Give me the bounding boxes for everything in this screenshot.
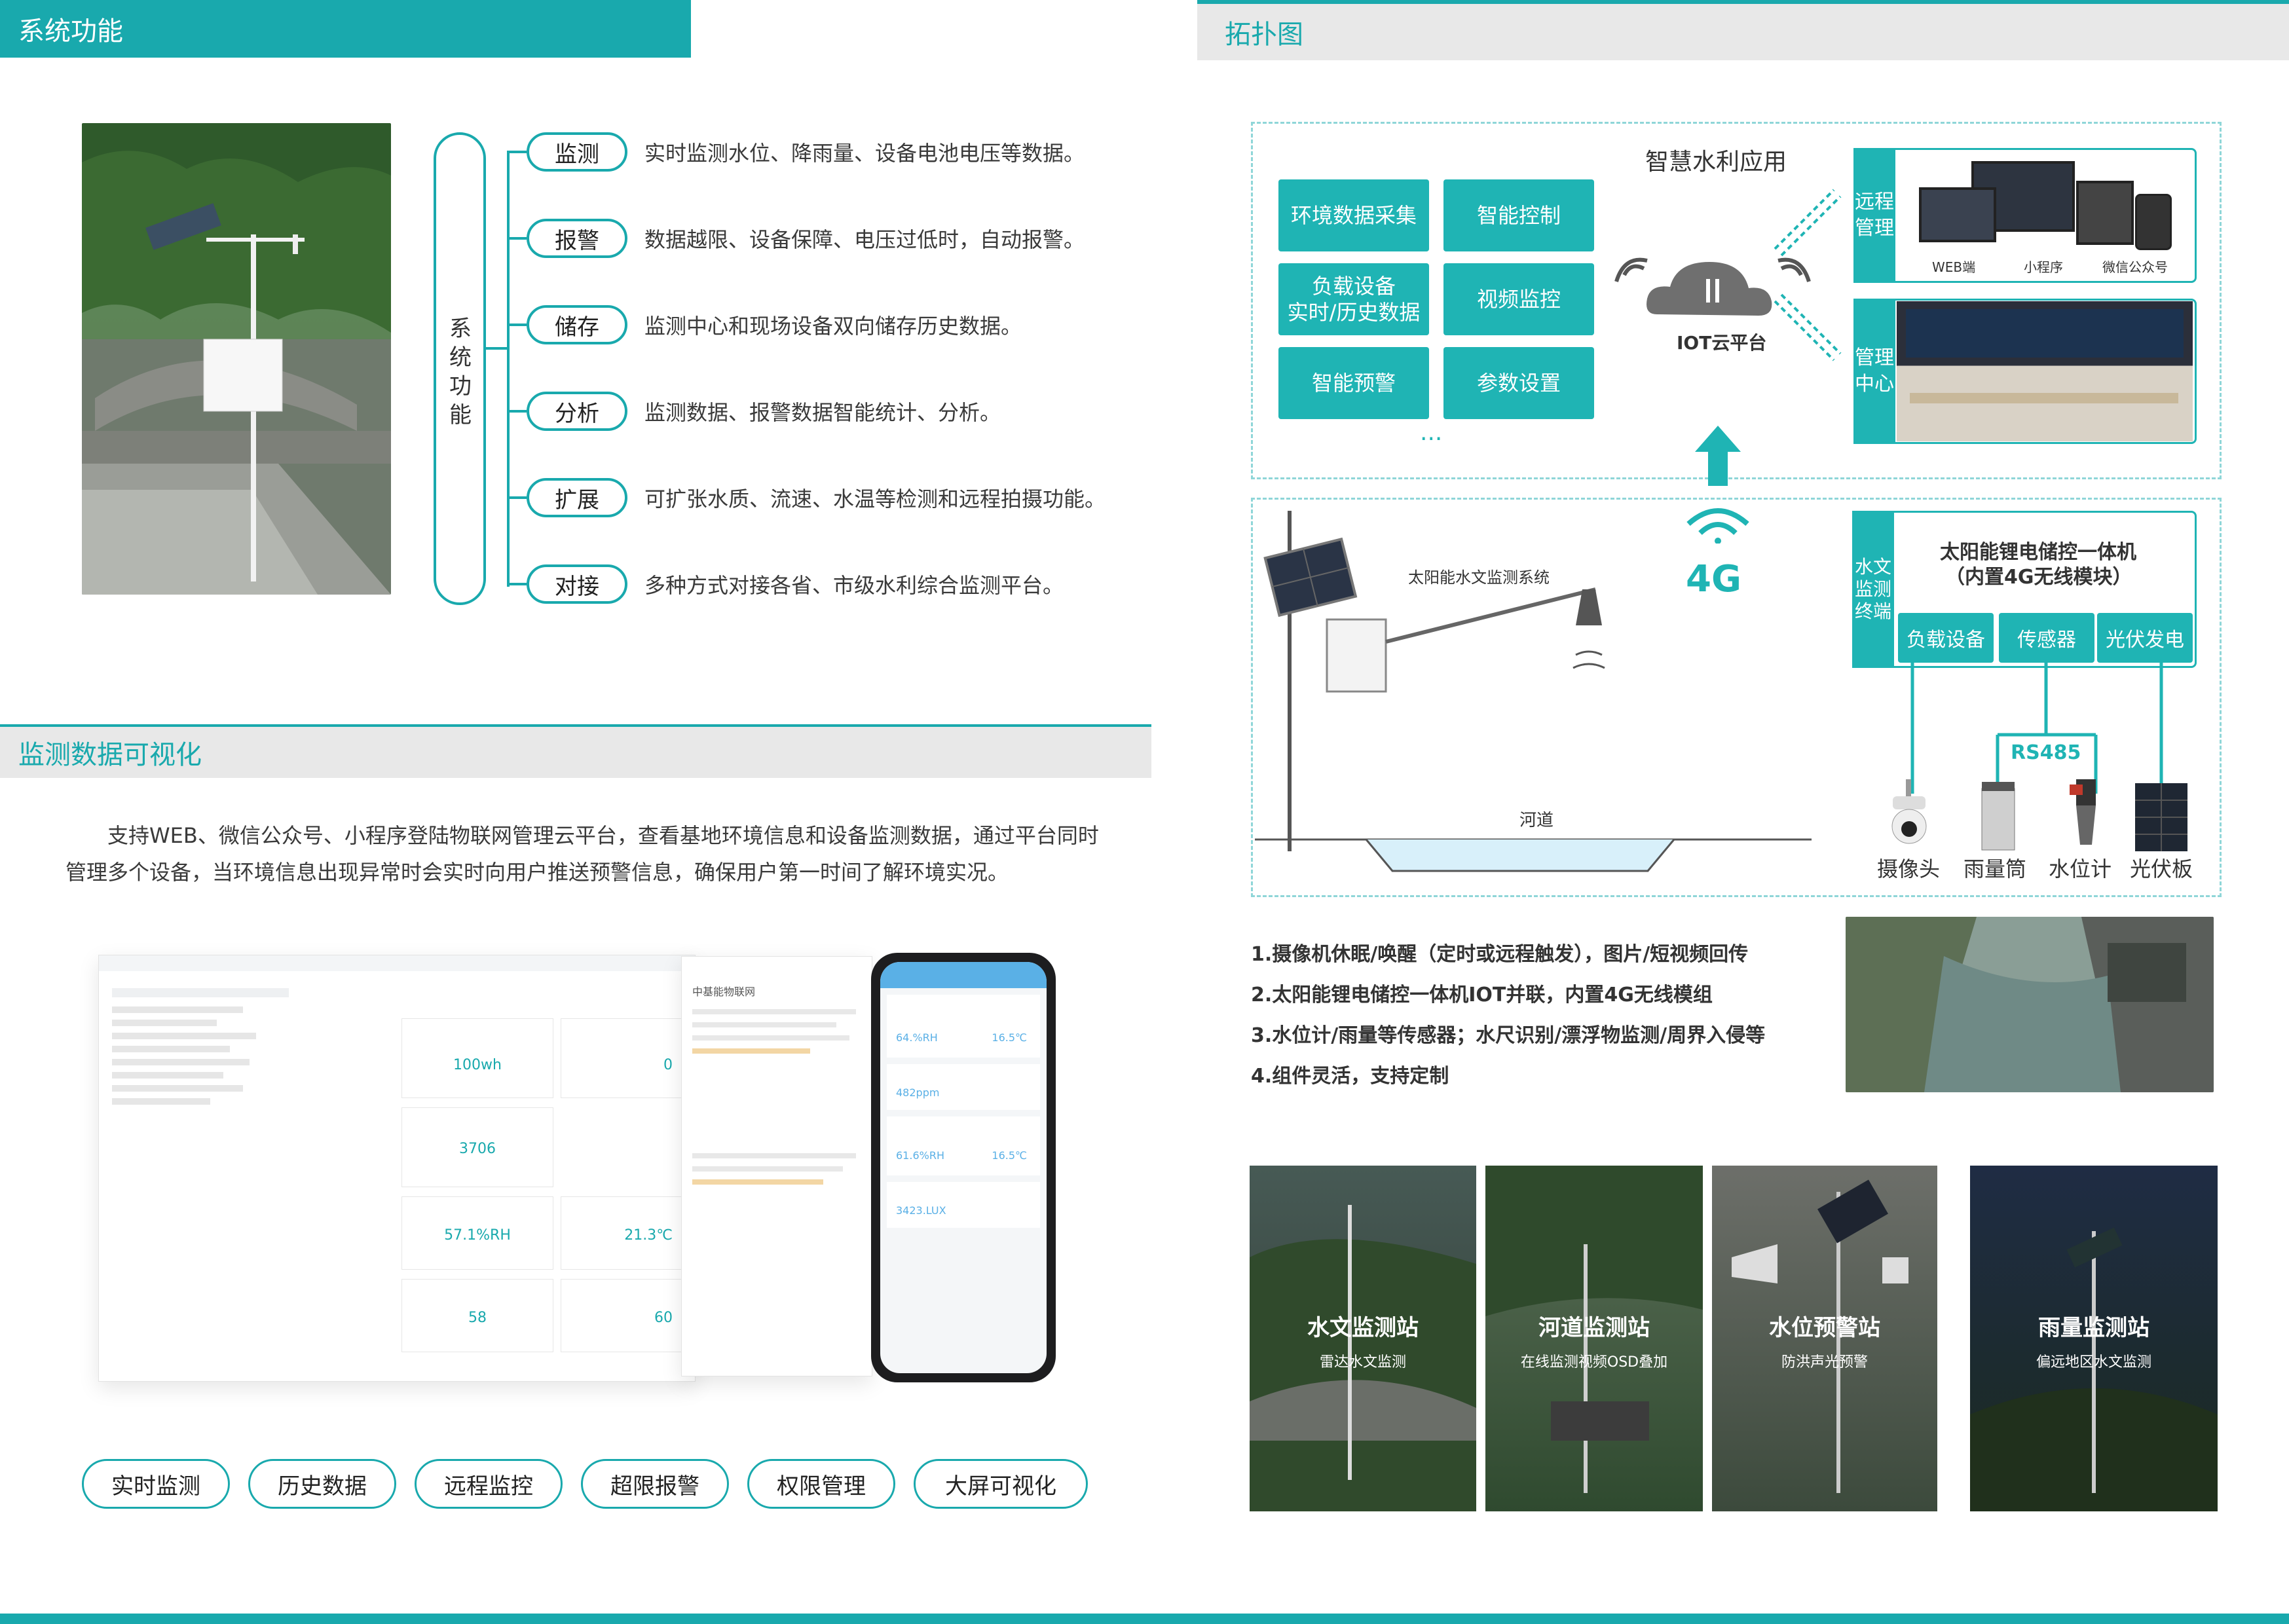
note-4: 4.组件灵活，支持定制 bbox=[1251, 1065, 1449, 1088]
up-arrow-icon bbox=[1695, 426, 1741, 486]
device-label-rain: 雨量筒 bbox=[1963, 857, 2027, 881]
station-title-waterlevel: 水位预警站 bbox=[1769, 1315, 1880, 1341]
app-title: 智慧水利应用 bbox=[1645, 149, 1787, 175]
dashboard-card-4: 57.1%RH bbox=[401, 1196, 553, 1270]
device-label-solar: 光伏板 bbox=[2130, 857, 2193, 881]
rain-gauge-icon bbox=[1981, 782, 2015, 851]
feature-item-analysis: 分析 监测数据、报警数据智能统计、分析。 bbox=[507, 390, 1001, 432]
remote-screens bbox=[1912, 161, 2187, 250]
dashboard-card-7: 60 bbox=[561, 1279, 686, 1352]
feature-item-alarm: 报警 数据越限、设备保障、电压过低时，自动报警。 bbox=[507, 217, 1085, 259]
chip-remote: 远程监控 bbox=[415, 1459, 563, 1509]
section-header-visual: 监测数据可视化 bbox=[0, 727, 1151, 778]
chip-realtime: 实时监测 bbox=[82, 1459, 230, 1509]
note-2: 2.太阳能锂电储控一体机IOT并联，内置4G无线模组 bbox=[1251, 984, 1713, 1006]
dashboard-card-6: 58 bbox=[401, 1279, 553, 1352]
mobile-panel-mock: 中基能物联网 bbox=[681, 956, 872, 1376]
dashboard-card-5: 21.3℃ bbox=[561, 1196, 686, 1270]
feature-pill-storage: 储存 bbox=[527, 305, 627, 344]
terminal-button-pv: 光伏发电 bbox=[2097, 613, 2193, 663]
chip-bigscreen: 大屏可视化 bbox=[914, 1459, 1088, 1509]
feature-pill-extend: 扩展 bbox=[527, 478, 627, 517]
chip-permission: 权限管理 bbox=[747, 1459, 895, 1509]
app-ellipsis: ... bbox=[1420, 419, 1443, 446]
device-label-camera: 摄像头 bbox=[1877, 857, 1941, 881]
feature-item-monitor: 监测 实时监测水位、降雨量、设备电池电压等数据。 bbox=[507, 131, 1085, 173]
solar-panel-icon bbox=[2135, 783, 2187, 851]
feature-pill-alarm: 报警 bbox=[527, 219, 627, 258]
cloud-label: IOT云平台 bbox=[1677, 332, 1767, 354]
dashboard-mock: 100wh 0 3706 57.1%RH 21.3℃ 58 60 bbox=[98, 955, 696, 1382]
feature-item-storage: 储存 监测中心和现场设备双向储存历史数据。 bbox=[507, 304, 1022, 346]
dashed-arrows bbox=[1774, 189, 1842, 361]
features-vertical-title: 系统功能 bbox=[449, 316, 472, 428]
dashboard-card-2: 0 bbox=[561, 1018, 686, 1098]
station-title-rain: 雨量监测站 bbox=[2038, 1315, 2149, 1341]
feature-pill-analysis: 分析 bbox=[527, 392, 627, 431]
terminal-label: 水文监测终端 bbox=[1852, 511, 1894, 668]
feature-desc-extend: 可扩张水质、流速、水温等检测和远程拍摄功能。 bbox=[644, 487, 1106, 511]
river-photo bbox=[1846, 917, 2214, 1092]
center-label: 管理中心 bbox=[1853, 299, 1895, 444]
control-room-image bbox=[1897, 301, 2193, 441]
rs485-label: RS485 bbox=[2007, 741, 2085, 764]
camera-icon bbox=[1891, 779, 1927, 844]
app-button-params: 参数设置 bbox=[1443, 347, 1594, 419]
features-trunk-line bbox=[486, 347, 508, 350]
feature-desc-monitor: 实时监测水位、降雨量、设备电池电压等数据。 bbox=[644, 141, 1085, 166]
section-header-features: 系统功能 bbox=[0, 0, 691, 58]
station-sub-waterlevel: 防洪声光预警 bbox=[1781, 1354, 1868, 1371]
feature-desc-connect: 多种方式对接各省、市级水利综合监测平台。 bbox=[644, 573, 1064, 598]
app-button-video: 视频监控 bbox=[1443, 263, 1594, 335]
station-photo bbox=[82, 123, 391, 595]
chip-history: 历史数据 bbox=[248, 1459, 396, 1509]
section-title-topology: 拓扑图 bbox=[1225, 20, 1303, 50]
solar-sub: （内置4G无线模块） bbox=[1945, 566, 2132, 589]
feature-chips: 实时监测 历史数据 远程监控 超限报警 权限管理 大屏可视化 bbox=[82, 1459, 1088, 1509]
river-label: 河道 bbox=[1519, 811, 1554, 830]
section-title-visual: 监测数据可视化 bbox=[18, 740, 202, 770]
station-title-hydrology: 水文监测站 bbox=[1307, 1315, 1419, 1341]
feature-desc-analysis: 监测数据、报警数据智能统计、分析。 bbox=[644, 400, 1001, 425]
dashboard-card-3: 3706 bbox=[401, 1107, 553, 1187]
terminal-button-load: 负载设备 bbox=[1898, 613, 1994, 663]
app-button-load: 负载设备 实时/历史数据 bbox=[1278, 263, 1429, 335]
visual-description: 支持WEB、微信公众号、小程序登陆物联网管理云平台，查看基地环境信息和设备监测数… bbox=[65, 823, 1099, 885]
feature-pill-monitor: 监测 bbox=[527, 132, 627, 172]
bottom-accent-bar bbox=[0, 1614, 2289, 1624]
dashboard-sidebar bbox=[112, 988, 289, 1355]
feature-desc-alarm: 数据越限、设备保障、电压过低时，自动报警。 bbox=[644, 227, 1085, 252]
app-button-warning: 智能预警 bbox=[1278, 347, 1429, 419]
dashboard-card-1: 100wh bbox=[401, 1018, 553, 1098]
remote-tag-web: WEB端 bbox=[1932, 259, 1976, 275]
remote-tag-wechat: 微信公众号 bbox=[2102, 259, 2168, 275]
device-label-water-level: 水位计 bbox=[2049, 857, 2112, 881]
section-header-topology: 拓扑图 bbox=[1197, 4, 2289, 60]
station-card-river: 河道监测站 在线监测视频OSD叠加 bbox=[1485, 1166, 1703, 1511]
feature-item-extend: 扩展 可扩张水质、流速、水温等检测和远程拍摄功能。 bbox=[507, 477, 1106, 519]
station-card-waterlevel: 水位预警站 防洪声光预警 bbox=[1712, 1166, 1937, 1511]
remote-tag-mini: 小程序 bbox=[2024, 259, 2063, 275]
app-button-control: 智能控制 bbox=[1443, 179, 1594, 251]
station-sub-river: 在线监测视频OSD叠加 bbox=[1520, 1354, 1668, 1371]
water-level-meter-icon bbox=[2070, 779, 2096, 845]
feature-pill-connect: 对接 bbox=[527, 564, 627, 604]
phone-mock: 64.%RH 16.5℃ 482ppm 61.6%RH 16.5℃ 3423.L… bbox=[871, 953, 1056, 1382]
chip-alarm: 超限报警 bbox=[581, 1459, 729, 1509]
station-sketch-label: 太阳能水文监测系统 bbox=[1408, 568, 1550, 587]
feature-item-connect: 对接 多种方式对接各省、市级水利综合监测平台。 bbox=[507, 563, 1064, 605]
station-card-hydrology: 水文监测站 雷达水文监测 bbox=[1250, 1166, 1476, 1511]
station-sub-hydrology: 雷达水文监测 bbox=[1319, 1354, 1406, 1371]
station-title-river: 河道监测站 bbox=[1538, 1315, 1650, 1341]
app-button-env: 环境数据采集 bbox=[1278, 179, 1429, 251]
note-3: 3.水位计/雨量等传感器；水尺识别/漂浮物监测/周界入侵等 bbox=[1251, 1024, 1766, 1047]
remote-label: 远程管理 bbox=[1853, 148, 1895, 283]
section-title-features: 系统功能 bbox=[18, 16, 123, 46]
feature-desc-storage: 监测中心和现场设备双向储存历史数据。 bbox=[644, 314, 1022, 339]
terminal-wiring bbox=[1910, 663, 2163, 794]
terminal-button-sensor: 传感器 bbox=[1999, 613, 2094, 663]
note-1: 1.摄像机休眠/唤醒（定时或远程触发），图片/短视频回传 bbox=[1251, 943, 1749, 966]
station-card-rain: 雨量监测站 偏远地区水文监测 bbox=[1970, 1166, 2218, 1511]
station-sub-rain: 偏远地区水文监测 bbox=[2036, 1354, 2151, 1371]
